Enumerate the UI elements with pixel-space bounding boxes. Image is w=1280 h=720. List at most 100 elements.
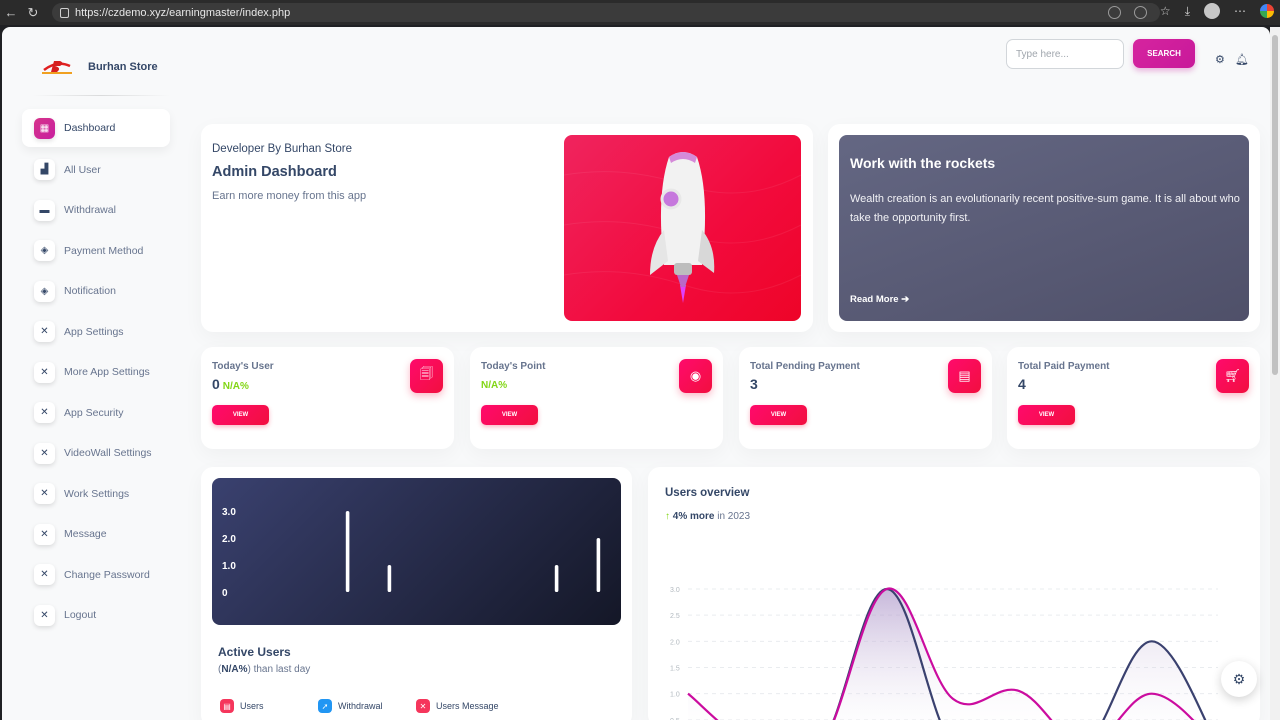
profile-avatar[interactable] xyxy=(1204,3,1220,19)
sidebar-item-label: Withdrawal xyxy=(64,204,116,217)
rocket-illustration xyxy=(564,135,801,321)
users-overview-line-chart: 3.02.52.01.51.00.50 xyxy=(670,587,1218,720)
subtitle-suffix: ) than last day xyxy=(247,664,311,675)
sidebar-item-app-security[interactable]: ✕ App Security xyxy=(22,393,170,434)
y-tick-label: 1.0 xyxy=(222,561,236,572)
scrollbar-thumb[interactable] xyxy=(1272,35,1278,375)
y-tick-label: 3.0 xyxy=(670,587,680,594)
bar xyxy=(554,565,559,592)
more-menu-icon[interactable]: ⋯ xyxy=(1234,4,1246,18)
brand-name: Burhan Store xyxy=(88,61,158,73)
bar xyxy=(387,565,392,592)
sidebar-item-label: More App Settings xyxy=(64,366,150,379)
chart-icon: ▟ xyxy=(34,159,55,181)
stat-percentage: N/A% xyxy=(222,381,249,392)
rockets-panel: Work with the rockets Wealth creation is… xyxy=(839,135,1249,321)
settings-gear-icon[interactable]: ⚙ xyxy=(1215,53,1225,66)
rockets-card: Work with the rockets Wealth creation is… xyxy=(828,124,1260,332)
sidebar-item-label: Dashboard xyxy=(64,122,116,134)
hero-text: Earn more money from this app xyxy=(212,190,367,202)
page-scrollbar[interactable] xyxy=(1270,27,1280,720)
sidebar-item-label: Notification xyxy=(64,285,116,298)
sidebar-item-label: App Security xyxy=(64,406,124,419)
box-icon: ◈ xyxy=(34,240,55,262)
sidebar-item-withdrawal[interactable]: ▬ Withdrawal xyxy=(22,190,170,231)
stat-percentage: N/A% xyxy=(481,380,508,391)
brand[interactable]: Burhan Store xyxy=(40,57,158,77)
copilot-icon[interactable] xyxy=(1260,4,1274,18)
favorite-star-icon[interactable] xyxy=(1134,6,1147,19)
view-button[interactable]: VIEW xyxy=(750,405,807,425)
y-tick-label: 1.5 xyxy=(670,666,680,673)
refresh-icon[interactable]: ↻ xyxy=(22,5,44,21)
legend-item-withdrawal: ➚ Withdrawal xyxy=(318,699,416,713)
active-users-card: 3.0 2.0 1.0 0 Active Users (N/A%) than last… xyxy=(201,467,632,720)
cart-icon: 🛒︎ xyxy=(1216,359,1249,393)
notification-bell-icon[interactable]: 🔔︎ xyxy=(1235,53,1249,66)
rocket-icon: ➚ xyxy=(318,699,332,713)
box-icon: ◈ xyxy=(34,280,55,302)
back-arrow-icon[interactable]: ← xyxy=(0,5,22,20)
view-button[interactable]: VIEW xyxy=(481,405,538,425)
sidebar-item-payment-method[interactable]: ◈ Payment Method xyxy=(22,231,170,272)
y-tick-label: 2.0 xyxy=(670,639,680,646)
block-icon[interactable] xyxy=(1108,6,1121,19)
sidebar-item-label: Message xyxy=(64,528,107,541)
stat-card-todays-user: Today's User 0 N/A% 🗐 VIEW xyxy=(201,347,454,449)
sidebar-menu: ▦ Dashboard ▟ All User ▬ Withdrawal ◈ Payment M… xyxy=(22,109,170,636)
dashboard-page: Burhan Store ▦ Dashboard ▟ All User ▬ Withdra… xyxy=(2,27,1270,720)
y-tick-label: 2.0 xyxy=(222,534,236,545)
sidebar-item-notification[interactable]: ◈ Notification xyxy=(22,271,170,312)
view-button[interactable]: VIEW xyxy=(212,405,269,425)
bar-chart-svg: 3.0 2.0 1.0 0 xyxy=(222,507,601,599)
site-info-icon[interactable] xyxy=(60,7,69,18)
read-more-link[interactable]: Read More ➔ xyxy=(850,294,909,305)
search-input[interactable] xyxy=(1006,39,1124,69)
legend-item-users: ▤ Users xyxy=(220,699,318,713)
legend-label: Withdrawal xyxy=(338,701,383,711)
sidebar-item-app-settings[interactable]: ✕ App Settings xyxy=(22,312,170,353)
stat-card-paid-payment: Total Paid Payment 4 🛒︎ VIEW xyxy=(1007,347,1260,449)
search-button[interactable]: SEARCH xyxy=(1133,39,1195,68)
legend-label: Users xyxy=(240,701,264,711)
sidebar-item-label: VideoWall Settings xyxy=(64,447,152,460)
legend-item-users-message: ✕ Users Message xyxy=(416,699,514,713)
favorites-icon[interactable]: ☆ xyxy=(1160,4,1171,18)
tools-icon: ✕ xyxy=(34,321,55,343)
tools-icon: ✕ xyxy=(34,564,55,586)
tools-icon: ✕ xyxy=(34,604,55,626)
stat-value: 0 N/A% xyxy=(212,376,249,392)
brand-logo xyxy=(40,57,74,77)
sidebar-item-logout[interactable]: ✕ Logout xyxy=(22,595,170,636)
sidebar-item-message[interactable]: ✕ Message xyxy=(22,514,170,555)
sidebar-item-videowall-settings[interactable]: ✕ VideoWall Settings xyxy=(22,433,170,474)
read-more-label: Read More xyxy=(850,294,899,305)
configurator-gear-icon[interactable]: ⚙ xyxy=(1221,661,1257,697)
sidebar-item-all-user[interactable]: ▟ All User xyxy=(22,150,170,191)
tools-icon: ✕ xyxy=(34,361,55,383)
active-users-bar-chart: 3.0 2.0 1.0 0 xyxy=(212,478,621,625)
sidebar-item-work-settings[interactable]: ✕ Work Settings xyxy=(22,474,170,515)
sidebar: Burhan Store ▦ Dashboard ▟ All User ▬ Withdra… xyxy=(2,27,178,720)
stat-card-pending-payment: Total Pending Payment 3 ▤ VIEW xyxy=(739,347,992,449)
browser-toolbar: ← ↻ https://czdemo.xyz/earningmaster/ind… xyxy=(0,0,1280,25)
sidebar-item-dashboard[interactable]: ▦ Dashboard xyxy=(22,109,170,147)
url-text: https://czdemo.xyz/earningmaster/index.p… xyxy=(75,6,291,19)
sidebar-item-change-password[interactable]: ✕ Change Password xyxy=(22,555,170,596)
stat-value: 3 xyxy=(750,376,758,392)
bar xyxy=(596,538,601,592)
sidebar-item-more-app-settings[interactable]: ✕ More App Settings xyxy=(22,352,170,393)
sidebar-item-label: App Settings xyxy=(64,325,124,338)
rockets-text: Wealth creation is an evolutionarily rec… xyxy=(850,193,1240,224)
bar xyxy=(345,511,350,592)
tools-icon: ✕ xyxy=(34,442,55,464)
download-icon[interactable]: ⤓ xyxy=(1185,4,1190,19)
document-icon: ▤ xyxy=(948,359,981,393)
users-overview-card: Users overview ↑ 4% more in 2023 3.0 2.5 2… xyxy=(648,467,1260,720)
browser-actions: ☆ ⤓ ⋯ xyxy=(1160,3,1274,19)
address-bar[interactable]: https://czdemo.xyz/earningmaster/index.p… xyxy=(52,3,1160,22)
y-tick-label: 1.0 xyxy=(670,692,680,699)
view-button[interactable]: VIEW xyxy=(1018,405,1075,425)
stat-card-todays-point: Today's Point N/A% ◉ VIEW xyxy=(470,347,723,449)
card-icon: ▬ xyxy=(34,199,55,221)
